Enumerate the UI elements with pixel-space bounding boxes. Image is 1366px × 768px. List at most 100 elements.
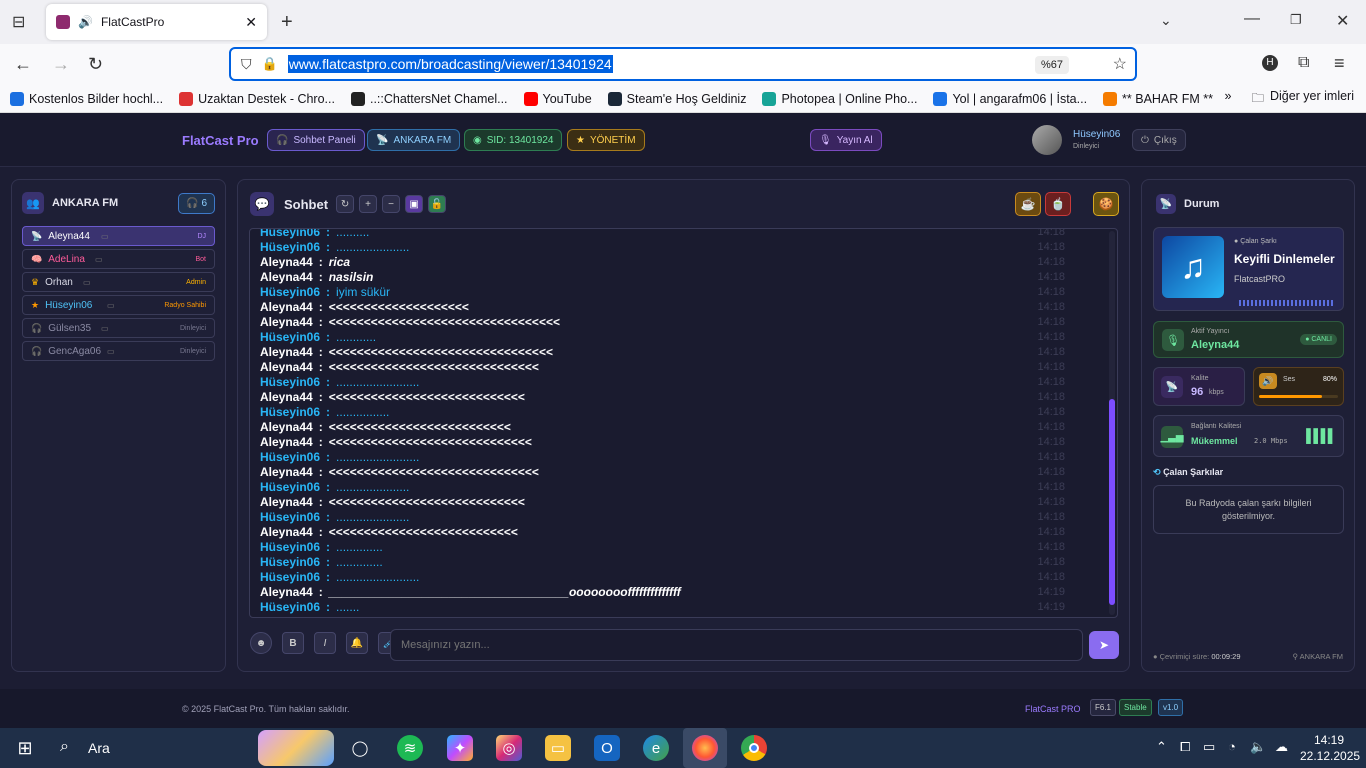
bookmark-star-icon[interactable]: ☆ xyxy=(1113,54,1127,74)
bold-icon[interactable]: B xyxy=(282,632,304,654)
bookmark-item[interactable]: Uzaktan Destek - Chro... xyxy=(179,92,335,106)
message-author[interactable]: Hüseyin06 xyxy=(260,510,320,525)
message-author[interactable]: Hüseyin06 xyxy=(260,555,320,570)
message-author[interactable]: Aleyna44 xyxy=(260,300,313,315)
message-author[interactable]: Hüseyin06 xyxy=(260,450,320,465)
chevrons-icon[interactable]: » xyxy=(1224,89,1231,110)
bookmark-item[interactable]: Steam'e Hoş Geldiniz xyxy=(607,92,746,106)
user-row[interactable]: 🎧 GencAga06 ▭ Dinleyici xyxy=(22,341,215,361)
bookmark-item[interactable]: Photopea | Online Pho... xyxy=(762,92,917,106)
firefox-icon[interactable] xyxy=(683,728,727,768)
go-live-button[interactable]: 🎙 Yayın Al xyxy=(810,129,882,151)
message-author[interactable]: Hüseyin06 xyxy=(260,285,320,300)
bookmark-item[interactable]: ** BAHAR FM ** xyxy=(1103,92,1213,106)
message-author[interactable]: Aleyna44 xyxy=(260,465,313,480)
message-author[interactable]: Aleyna44 xyxy=(260,255,313,270)
address-bar[interactable]: ⛉ 🔒 www.flatcastpro.com/broadcasting/vie… xyxy=(229,47,1137,81)
italic-icon[interactable]: I xyxy=(314,632,336,654)
windows-start-icon[interactable]: ⊞ xyxy=(12,735,38,761)
edge-icon[interactable]: e xyxy=(643,735,669,761)
admin-button[interactable]: ★ YÖNETİM xyxy=(567,129,645,151)
message-author[interactable]: Hüseyin06 xyxy=(260,240,320,255)
spotify-icon[interactable]: ≋ xyxy=(397,735,423,761)
task-view-icon[interactable]: ◯ xyxy=(347,735,373,761)
taskbar-search[interactable]: Ara xyxy=(88,740,110,756)
menu-icon[interactable]: ≡ xyxy=(1334,53,1345,74)
copilot-icon[interactable]: ✦ xyxy=(447,735,473,761)
shield-icon[interactable]: ⛉ xyxy=(241,56,252,73)
tab-close-icon[interactable]: ✕ xyxy=(245,14,257,31)
message-input[interactable] xyxy=(390,629,1083,661)
minimize-icon[interactable]: — xyxy=(1244,10,1260,28)
message-author[interactable]: Hüseyin06 xyxy=(260,570,320,585)
send-button[interactable]: ➤ xyxy=(1089,631,1119,659)
message-author[interactable]: Aleyna44 xyxy=(260,345,313,360)
wifi-icon[interactable]: ◔ xyxy=(1228,739,1236,754)
clock-date[interactable]: 22.12.2025 xyxy=(1300,749,1360,763)
user-row[interactable]: ♛ Orhan ▭ Admin xyxy=(22,272,215,292)
tab-list-icon[interactable]: ⊟ xyxy=(12,12,25,32)
message-author[interactable]: Aleyna44 xyxy=(260,315,313,330)
message-author[interactable]: Aleyna44 xyxy=(260,495,313,510)
bookmark-item[interactable]: YouTube xyxy=(523,92,592,106)
chat-scrollbar[interactable] xyxy=(1109,231,1115,615)
brand-logo[interactable]: FlatCast Pro xyxy=(182,133,259,148)
other-bookmarks[interactable]: » 🗀 Diğer yer imleri xyxy=(1224,89,1354,110)
weather-icon[interactable]: ☁ xyxy=(1275,739,1288,755)
chevron-down-icon[interactable]: ⌄ xyxy=(1160,12,1172,29)
message-author[interactable]: Aleyna44 xyxy=(260,435,313,450)
unlock-icon[interactable]: 🔓 xyxy=(428,195,447,213)
battery-icon[interactable]: ▭ xyxy=(1203,739,1215,755)
plus-icon[interactable]: + xyxy=(359,195,378,213)
instagram-icon[interactable]: ◎ xyxy=(496,735,522,761)
message-author[interactable]: Hüseyin06 xyxy=(260,480,320,495)
extensions-icon[interactable]: ⧉ xyxy=(1298,54,1309,72)
refresh-icon[interactable]: ↻ xyxy=(336,195,355,213)
minus-icon[interactable]: − xyxy=(382,195,401,213)
browser-tab[interactable]: 🔊 FlatCastPro ✕ xyxy=(46,4,267,40)
message-author[interactable]: Aleyna44 xyxy=(260,270,313,285)
chat-messages[interactable]: Hüseyin06:.......... 14:18 Hüseyin06:.....… xyxy=(249,228,1118,618)
user-row[interactable]: 📡 Aleyna44 ▭ DJ xyxy=(22,226,215,246)
restore-icon[interactable]: ❐ xyxy=(1290,12,1302,28)
avatar[interactable] xyxy=(1032,125,1062,155)
message-author[interactable]: Aleyna44 xyxy=(260,525,313,540)
user-row[interactable]: 🎧 Gülsen35 ▭ Dinleyici xyxy=(22,318,215,338)
user-row[interactable]: ★ Hüseyin06 ▭ Radyo Sahibi xyxy=(22,295,215,315)
message-author[interactable]: Aleyna44 xyxy=(260,360,313,375)
message-author[interactable]: Hüseyin06 xyxy=(260,229,320,240)
volume-slider[interactable] xyxy=(1259,395,1338,398)
url-text[interactable]: www.flatcastpro.com/broadcasting/viewer/… xyxy=(287,55,613,73)
profile-avatar[interactable]: H xyxy=(1262,55,1278,71)
lock-icon[interactable]: 🔒 xyxy=(262,56,278,72)
message-author[interactable]: Hüseyin06 xyxy=(260,600,320,615)
bookmark-item[interactable]: Kostenlos Bilder hochl... xyxy=(10,92,163,106)
message-author[interactable]: Aleyna44 xyxy=(260,585,313,600)
emoji-icon[interactable]: ☻ xyxy=(250,632,272,654)
tea-icon[interactable]: 🍵 xyxy=(1045,192,1071,216)
reload-icon[interactable]: ↻ xyxy=(88,54,103,75)
cookie-icon[interactable]: 🍪 xyxy=(1093,192,1119,216)
logout-button[interactable]: ⏻ Çıkış xyxy=(1132,129,1186,151)
volume-icon[interactable]: 🔊 xyxy=(1259,373,1277,389)
zoom-level[interactable]: %67 xyxy=(1034,56,1069,74)
message-author[interactable]: Hüseyin06 xyxy=(260,540,320,555)
bell-icon[interactable]: 🔔 xyxy=(346,632,368,654)
device-icon[interactable]: ⧠ xyxy=(1180,739,1190,755)
chat-panel-button[interactable]: 🎧 Sohbet Paneli xyxy=(267,129,365,151)
station-button[interactable]: 📡 ANKARA FM xyxy=(367,129,461,151)
widgets-image[interactable] xyxy=(258,730,334,766)
bookmark-item[interactable]: Yol | angarafm06 | İsta... xyxy=(933,92,1087,106)
window-close-icon[interactable]: ✕ xyxy=(1336,11,1349,31)
message-author[interactable]: Hüseyin06 xyxy=(260,330,320,345)
tab-audio-icon[interactable]: 🔊 xyxy=(78,15,93,29)
chevron-up-icon[interactable]: ⌃ xyxy=(1156,739,1167,755)
save-icon[interactable]: ▣ xyxy=(405,195,424,213)
coffee-icon[interactable]: ☕ xyxy=(1015,192,1041,216)
message-author[interactable]: Hüseyin06 xyxy=(260,375,320,390)
file-explorer-icon[interactable]: ▭ xyxy=(545,735,571,761)
clock-time[interactable]: 14:19 xyxy=(1314,733,1344,747)
chrome-icon[interactable] xyxy=(741,735,767,761)
message-author[interactable]: Hüseyin06 xyxy=(260,405,320,420)
outlook-icon[interactable]: O xyxy=(594,735,620,761)
